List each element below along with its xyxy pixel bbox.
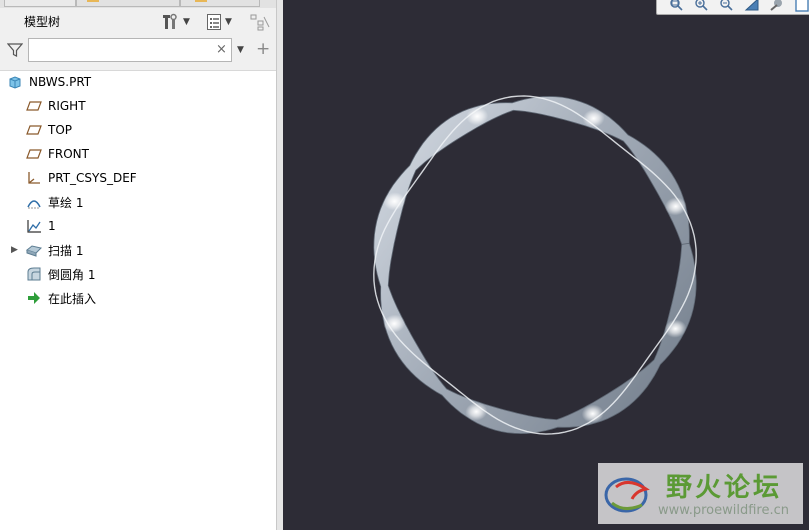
tree-structure-icon: [250, 14, 270, 31]
filter-icon[interactable]: [7, 42, 23, 58]
settings-dropdown-button[interactable]: ▼: [162, 12, 190, 32]
tree-item-label: 倒圆角 1: [48, 267, 96, 282]
tools-icon: [163, 13, 177, 29]
tree-item-sweep-1[interactable]: ▶ 扫描 1: [0, 239, 276, 261]
chevron-down-icon[interactable]: ▼: [237, 45, 244, 55]
tab-model-tree[interactable]: [4, 0, 76, 7]
tree-item-label: 草绘 1: [48, 195, 84, 210]
tree-item-top[interactable]: TOP: [0, 119, 276, 141]
chevron-down-icon: ▼: [183, 17, 190, 27]
tree-columns-button[interactable]: [250, 12, 270, 32]
datum-plane-icon: [26, 122, 42, 138]
tree-item-sketch-1[interactable]: 草绘 1: [0, 191, 276, 213]
graph-icon: [26, 218, 42, 234]
sketch-icon: [26, 194, 42, 210]
tree-item-nbws-prt[interactable]: NBWS.PRT: [0, 71, 276, 93]
coordinate-system-icon: [26, 170, 42, 186]
show-dropdown-button[interactable]: ▼: [206, 12, 232, 32]
forum-logo-icon: [604, 477, 650, 513]
ring-band: [373, 96, 697, 434]
datum-plane-icon: [26, 146, 42, 162]
list-icon: [207, 14, 221, 30]
chevron-down-icon: ▼: [225, 17, 232, 27]
sweep-icon: [26, 242, 42, 258]
favorites-icon: [195, 0, 207, 2]
tree-item-label: 扫描 1: [48, 243, 84, 258]
graphics-viewport[interactable]: 野火论坛 www.proewildfire.cn: [283, 0, 809, 530]
search-input[interactable]: [28, 38, 232, 62]
insert-here-arrow-icon: [26, 290, 42, 306]
watermark-url: www.proewildfire.cn: [658, 503, 789, 518]
model-tree: NBWS.PRT RIGHT TOP FRONT PRT_CSYS_DEF 草绘…: [0, 70, 276, 530]
tree-item-label: PRT_CSYS_DEF: [48, 171, 137, 185]
tree-item-label: 1: [48, 219, 56, 233]
part-icon: [7, 74, 23, 90]
tree-item-label: FRONT: [48, 147, 89, 161]
clear-icon[interactable]: ×: [216, 42, 227, 57]
tree-item-round-1[interactable]: 倒圆角 1: [0, 263, 276, 285]
tree-item-insert-here[interactable]: 在此插入: [0, 287, 276, 309]
twisted-ring-model[interactable]: [283, 0, 809, 530]
folder-icon: [87, 0, 99, 2]
tree-item-prt-csys-def[interactable]: PRT_CSYS_DEF: [0, 167, 276, 189]
navigator-tab-strip: [0, 0, 276, 8]
model-tree-header: 模型树 ▼ ▼: [0, 8, 276, 36]
tree-item-label: TOP: [48, 123, 73, 137]
round-icon: [26, 266, 42, 282]
tree-item-graph-1[interactable]: 1: [0, 215, 276, 237]
tree-item-right[interactable]: RIGHT: [0, 95, 276, 117]
tree-item-label: NBWS.PRT: [29, 75, 92, 89]
tree-item-front[interactable]: FRONT: [0, 143, 276, 165]
ring-seam: [373, 95, 697, 435]
filter-row: × ▼ +: [0, 36, 276, 66]
panel-title: 模型树: [24, 15, 61, 29]
panel-sash[interactable]: [276, 0, 283, 530]
model-tree-panel: 模型树 ▼ ▼ × ▼ + NBWS.PRT RIGHT TOP FRONT P…: [0, 0, 283, 530]
add-icon[interactable]: +: [256, 39, 270, 59]
watermark-title: 野火论坛: [666, 473, 783, 503]
watermark: 野火论坛 www.proewildfire.cn: [598, 463, 803, 524]
datum-plane-icon: [26, 98, 42, 114]
expand-arrow-icon[interactable]: ▶: [11, 245, 19, 255]
tab-folder-browser[interactable]: [76, 0, 180, 7]
tab-favorites[interactable]: [180, 0, 260, 7]
tree-item-label: 在此插入: [48, 291, 97, 306]
tree-item-label: RIGHT: [48, 99, 86, 113]
